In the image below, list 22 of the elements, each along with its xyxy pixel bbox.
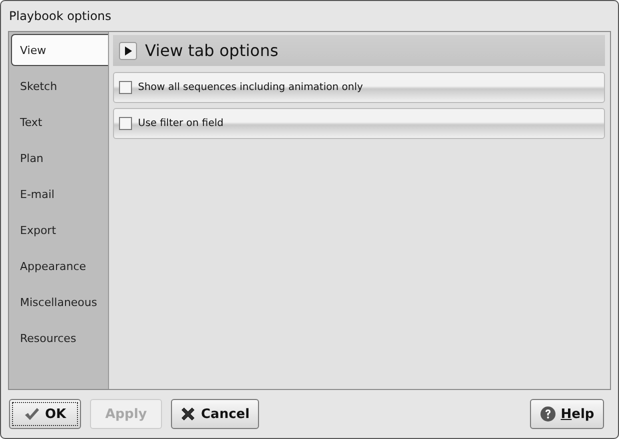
check-icon <box>24 407 40 421</box>
play-icon <box>119 42 137 60</box>
sidebar-tab[interactable]: E-mail <box>11 178 108 210</box>
sidebar-tab[interactable]: Miscellaneous <box>11 286 108 318</box>
section-title: View tab options <box>145 41 278 60</box>
option-label: Use filter on field <box>138 118 224 129</box>
ok-button[interactable]: OK <box>9 399 81 429</box>
help-icon <box>540 406 556 422</box>
sidebar-tab[interactable]: Appearance <box>11 250 108 282</box>
sidebar-tab[interactable]: View <box>11 34 108 66</box>
sidebar-tab[interactable]: Export <box>11 214 108 246</box>
checkbox[interactable] <box>119 117 132 130</box>
option-label: Show all sequences including animation only <box>138 82 363 93</box>
sidebar-tab[interactable]: Plan <box>11 142 108 174</box>
cancel-button[interactable]: Cancel <box>171 399 259 429</box>
checkbox[interactable] <box>119 81 132 94</box>
window-title: Playbook options <box>8 8 112 25</box>
close-icon <box>180 406 196 422</box>
sidebar-tab[interactable]: Resources <box>11 322 108 354</box>
sidebar-tab[interactable]: Sketch <box>11 70 108 102</box>
help-button[interactable]: Help <box>530 399 604 429</box>
sidebar-tab[interactable]: Text <box>11 106 108 138</box>
